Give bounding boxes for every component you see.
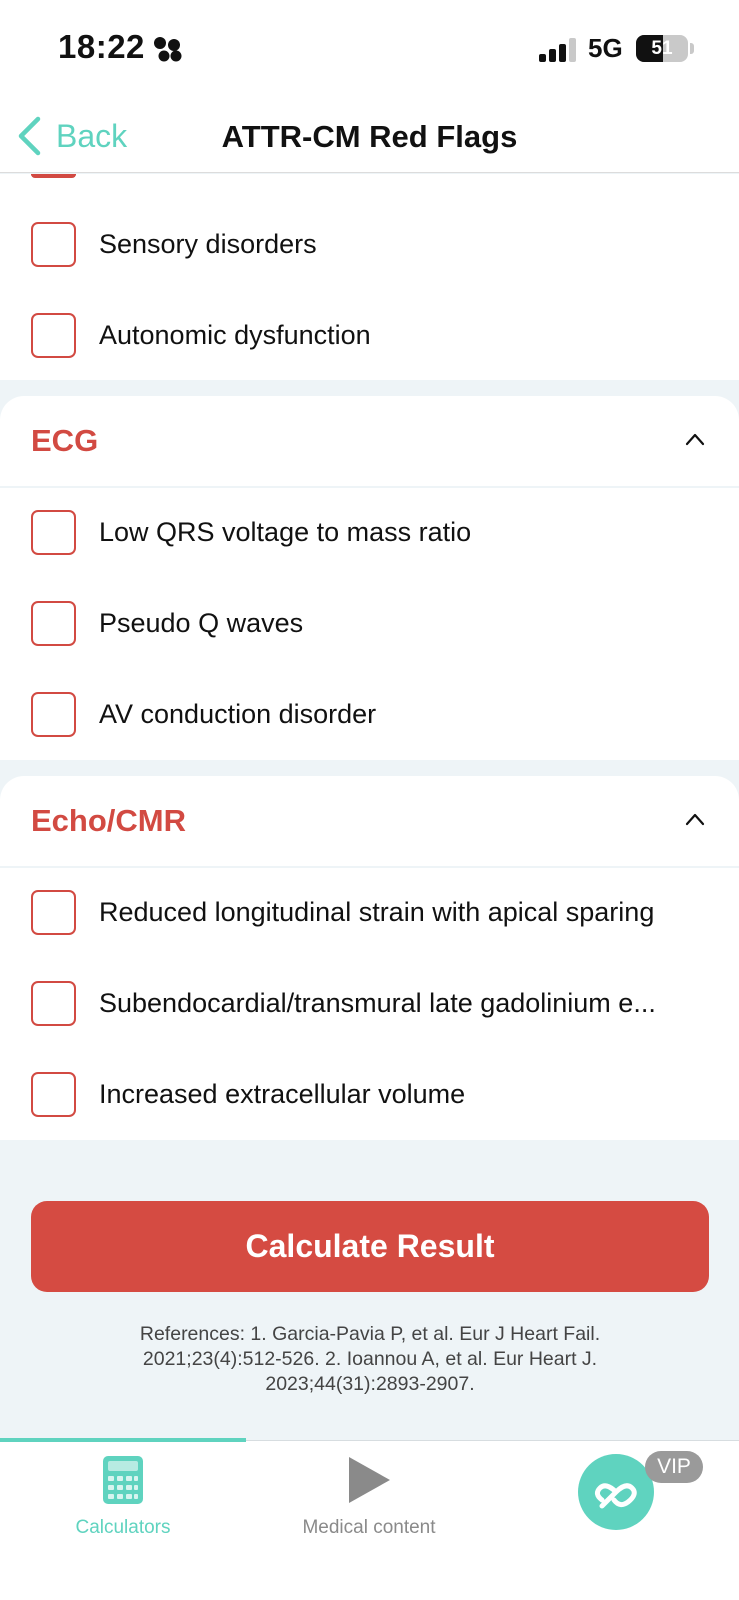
checklist-row-longitudinal-strain[interactable]: Reduced longitudinal strain with apical … [0, 868, 739, 957]
calculator-icon [103, 1456, 143, 1504]
play-icon [349, 1457, 390, 1503]
tab-calculators[interactable]: Calculators [0, 1441, 246, 1541]
network-type: 5G [588, 33, 623, 63]
checklist-row-low-qrs[interactable]: Low QRS voltage to mass ratio [0, 488, 739, 577]
tab-label: Medical content [302, 1517, 436, 1538]
section-title: ECG [31, 423, 99, 458]
status-time: 18:22 [58, 28, 145, 65]
chevron-left-icon [18, 116, 41, 156]
chevron-up-icon [685, 433, 705, 446]
checkbox[interactable] [31, 1072, 76, 1117]
checklist-label: Reduced longitudinal strain with apical … [99, 897, 655, 927]
checklist-label: Sensory disorders [99, 229, 317, 259]
partial-checkbox[interactable] [31, 174, 76, 178]
references-text: References: 1. Garcia-Pavia P, et al. Eu… [139, 1323, 601, 1395]
checklist-row-extracellular-volume[interactable]: Increased extracellular volume [0, 1050, 739, 1139]
checklist-label: AV conduction disorder [99, 699, 377, 729]
checklist-row-pseudo-q[interactable]: Pseudo Q waves [0, 579, 739, 668]
section-header-ecg[interactable]: ECG [0, 396, 739, 486]
checklist-label: Pseudo Q waves [99, 608, 304, 638]
checkbox[interactable] [31, 510, 76, 555]
cellular-signal-icon [539, 38, 579, 62]
tab-bar: Calculators Medical content VIP [0, 1438, 739, 1600]
vip-button[interactable] [578, 1454, 654, 1530]
checklist-label: Subendocardial/transmural late gadoliniu… [99, 988, 656, 1018]
tab-label: Calculators [75, 1517, 171, 1538]
chevron-up-icon [685, 813, 705, 826]
checklist-row-autonomic-dysfunction[interactable]: Autonomic dysfunction [0, 291, 739, 380]
checkbox[interactable] [31, 601, 76, 646]
checkbox[interactable] [31, 890, 76, 935]
battery-tip [690, 43, 694, 54]
checklist-row-av-conduction[interactable]: AV conduction disorder [0, 670, 739, 759]
checklist-label: Autonomic dysfunction [99, 320, 371, 350]
vip-badge: VIP [645, 1451, 703, 1483]
back-label: Back [56, 117, 128, 154]
battery-icon: 51 [636, 35, 688, 62]
calculate-result-button[interactable]: Calculate Result [31, 1201, 709, 1292]
battery-percent: 51 [651, 38, 673, 59]
section-header-echo-cmr[interactable]: Echo/CMR [0, 776, 739, 866]
app-logo-icon [594, 1483, 637, 1509]
focus-mode-icon [154, 37, 182, 62]
checkbox[interactable] [31, 313, 76, 358]
section-title: Echo/CMR [31, 803, 186, 838]
back-button[interactable]: Back [16, 112, 127, 160]
checklist-label: Low QRS voltage to mass ratio [99, 517, 472, 547]
status-bar: 18:22 5G 51 [0, 0, 739, 100]
navigation-bar: Back ATTR-CM Red Flags [0, 100, 739, 173]
checkbox[interactable] [31, 222, 76, 267]
tab-medical-content[interactable]: Medical content [246, 1441, 492, 1541]
checklist-row-late-gadolinium[interactable]: Subendocardial/transmural late gadoliniu… [0, 959, 739, 1048]
checklist-row-sensory-disorders[interactable]: Sensory disorders [0, 200, 739, 289]
checkbox[interactable] [31, 981, 76, 1026]
checklist-label: Increased extracellular volume [99, 1079, 466, 1109]
checkbox[interactable] [31, 692, 76, 737]
